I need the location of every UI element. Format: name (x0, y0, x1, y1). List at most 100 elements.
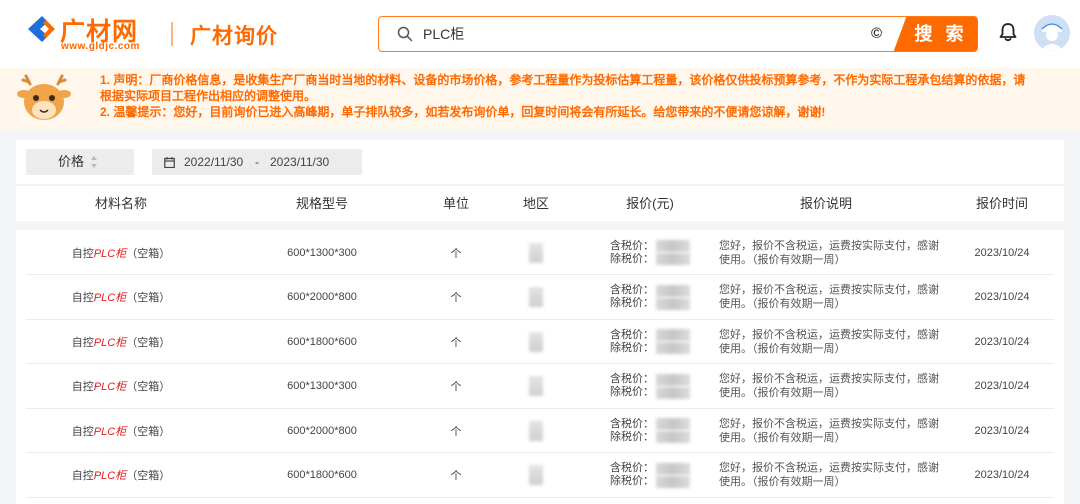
sort-arrows-icon (91, 156, 97, 168)
sort-label: 价格 (58, 154, 85, 169)
region-blurred (529, 242, 543, 263)
date-start: 2022/11/30 (184, 155, 244, 169)
notax-label: 除税价： (610, 297, 654, 309)
spec-cell: 600*2000*800 (287, 424, 357, 437)
name-highlight: PLC柜 (93, 247, 127, 260)
bell-icon[interactable] (999, 22, 1017, 42)
price-without-tax: 除税价： (610, 431, 690, 444)
price-blurred (656, 418, 690, 430)
name-prefix: 自控 (71, 247, 94, 260)
price-sort-button[interactable]: 价格 (26, 149, 134, 175)
name-suffix: （空箱） (126, 425, 171, 438)
spec-cell: 600*1800*600 (287, 469, 357, 481)
logo-url: www.gldjc.com (61, 41, 140, 52)
price-blurred (656, 475, 690, 488)
price-blurred (656, 373, 690, 386)
col-desc: 报价说明 (799, 196, 852, 211)
name-highlight: PLC柜 (93, 336, 127, 349)
material-name[interactable]: 自控 PLC柜 （空箱） (56, 408, 186, 453)
region-cell (506, 364, 566, 409)
table-row[interactable]: 自控 PLC柜 （空箱） 600*1300*300 个 含税价： 除税价： 您好，报… (16, 230, 1064, 275)
spec-cell: 600*1800*600 (287, 335, 357, 348)
price-blurred (656, 297, 690, 310)
price-without-tax: 除税价： (610, 342, 690, 355)
notice-text: 1. 声明：厂商价格信息，是收集生产厂商当时当地的材料、设备的市场价格，参考工程… (100, 72, 1060, 120)
price-blurred (656, 462, 690, 475)
price-without-tax: 除税价： (610, 253, 690, 266)
price-without-tax: 除税价： (610, 297, 690, 310)
price-blurred (656, 342, 690, 354)
notax-label: 除税价： (610, 252, 654, 265)
price-cell: 含税价： 除税价： (610, 364, 710, 409)
material-name[interactable]: 自控 PLC柜 （空箱） (56, 364, 186, 409)
notice-line-1: 1. 声明：厂商价格信息，是收集生产厂商当时当地的材料、设备的市场价格，参考工程… (100, 73, 1026, 87)
region-blurred (529, 420, 543, 441)
date-separator: - (255, 155, 259, 169)
desc-cell: 您好，报价不含税运，运费按实际支付，感谢使用。（报价有效期一周） (719, 239, 939, 266)
col-time: 报价时间 (975, 196, 1028, 211)
tax-label: 含税价： (610, 462, 654, 474)
region-blurred (529, 331, 543, 352)
material-name[interactable]: 自控 PLC柜 （空箱） (56, 275, 186, 320)
table-header: 材料名称 规格型号 单位 地区 报价(元) 报价说明 报价时间 (16, 185, 1064, 221)
clear-search-icon[interactable]: © (871, 25, 882, 42)
search-button[interactable]: 搜 索 (893, 17, 977, 51)
notice-line-2: 根据实际项目工程作出相应的调整使用。 (100, 89, 317, 103)
name-highlight: PLC柜 (93, 425, 127, 438)
tax-label: 含税价： (610, 373, 654, 385)
site-logo[interactable]: 广材网 www.gldjc.com (24, 12, 154, 56)
region-blurred (529, 376, 543, 396)
date-end: 2023/11/30 (270, 155, 330, 169)
search-icon (397, 26, 413, 42)
price-blurred (656, 431, 690, 443)
table-row[interactable]: 自控 PLC柜 （空箱） 600*1300*300 个 含税价： 除税价： 您好，报… (16, 364, 1064, 409)
notice-line-3: 2. 温馨提示：您好，目前询价已进入高峰期，单子排队较多，如若发布询价单，回复时… (100, 105, 826, 119)
price-cell: 含税价： 除税价： (610, 230, 710, 275)
avatar-icon (1034, 15, 1070, 51)
region-cell (506, 319, 566, 364)
tax-label: 含税价： (610, 239, 654, 252)
desc-cell: 您好，报价不含税运，运费按实际支付，感谢使用。（报价有效期一周） (719, 284, 939, 310)
table-row[interactable]: 自控 PLC柜 （空箱） 600*2000*800 个 含税价： 除税价： 您好，报… (16, 408, 1064, 453)
price-without-tax: 除税价： (610, 386, 690, 399)
region-cell (506, 230, 566, 275)
name-suffix: （空箱） (126, 381, 171, 393)
unit-cell: 个 (450, 336, 462, 349)
time-cell: 2023/10/24 (974, 424, 1030, 437)
name-prefix: 自控 (71, 470, 94, 482)
search-bar: © 搜 索 (378, 16, 978, 52)
spec-cell: 600*1300*300 (287, 246, 357, 259)
price-cell: 含税价： 除税价： (610, 319, 710, 364)
time-cell: 2023/10/24 (974, 246, 1030, 259)
price-with-tax: 含税价： (610, 329, 690, 342)
col-name: 材料名称 (94, 196, 147, 211)
table-row[interactable]: 自控 PLC柜 （空箱） 600*1800*600 个 含税价： 除税价： 您好，报… (16, 453, 1064, 498)
header-divider (171, 22, 173, 46)
col-region: 地区 (522, 196, 549, 211)
price-blurred (656, 386, 690, 399)
price-with-tax: 含税价： (610, 373, 690, 386)
region-cell (506, 453, 566, 498)
desc-cell: 您好，报价不含税运，运费按实际支付，感谢使用。（报价有效期一周） (719, 328, 939, 355)
avatar[interactable] (1034, 15, 1070, 51)
region-cell (506, 275, 566, 320)
date-range-picker[interactable]: 2022/11/30 - 2023/11/30 (152, 149, 362, 175)
price-blurred (656, 284, 690, 297)
spec-cell: 600*2000*800 (287, 291, 357, 303)
notax-label: 除税价： (610, 341, 654, 354)
unit-cell: 个 (450, 381, 462, 393)
price-with-tax: 含税价： (610, 418, 690, 431)
unit-cell: 个 (450, 470, 462, 482)
table-row[interactable]: 自控 PLC柜 （空箱） 600*1800*600 个 含税价： 除税价： 您好，报… (16, 319, 1064, 364)
col-unit: 单位 (442, 196, 469, 211)
material-name[interactable]: 自控 PLC柜 （空箱） (56, 453, 186, 498)
material-name[interactable]: 自控 PLC柜 （空箱） (56, 230, 186, 275)
search-input[interactable] (423, 17, 843, 50)
price-cell: 含税价： 除税价： (610, 453, 710, 498)
material-name[interactable]: 自控 PLC柜 （空箱） (56, 319, 186, 364)
logo-mark-icon (28, 16, 55, 42)
unit-cell: 个 (450, 425, 462, 438)
name-suffix: （空箱） (126, 247, 171, 260)
table-row[interactable]: 自控 PLC柜 （空箱） 600*2000*800 个 含税价： 除税价： 您好，报… (16, 275, 1064, 320)
price-with-tax: 含税价： (610, 284, 690, 297)
